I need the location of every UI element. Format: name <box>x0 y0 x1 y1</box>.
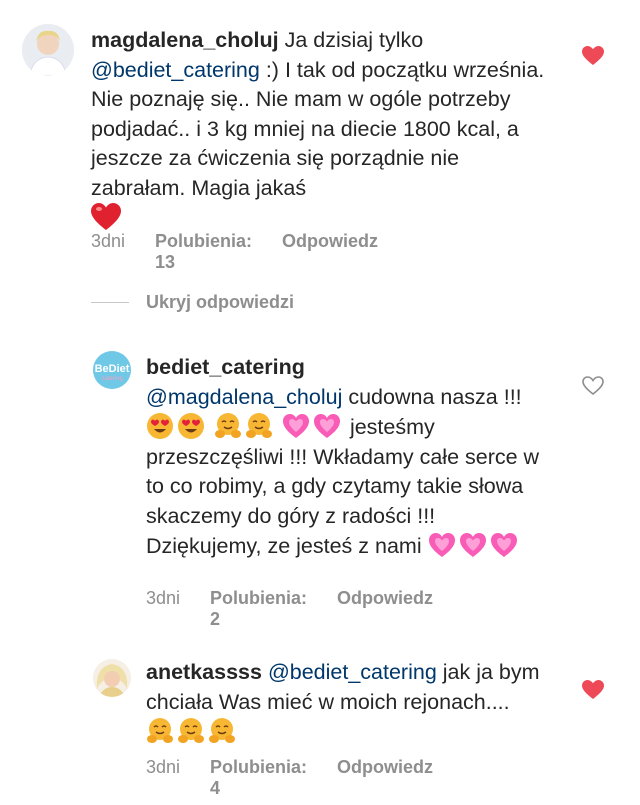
growing-heart-emoji-icon <box>490 531 518 559</box>
hide-replies-button[interactable]: Ukryj odpowiedzi <box>146 292 294 313</box>
heart-eyes-emoji-icon <box>146 412 174 440</box>
comment-username[interactable]: magdalena_choluj <box>91 28 279 52</box>
hugging-face-emoji-icon <box>214 412 242 440</box>
growing-heart-emoji-icon <box>428 531 456 559</box>
growing-heart-emoji-icon <box>282 412 310 440</box>
comment-time: 3dni <box>91 231 126 251</box>
comment-time: 3dni <box>146 757 181 777</box>
comment-text: anetkassss @bediet_catering jak ja bym c… <box>146 658 546 748</box>
likes-count[interactable]: Polubienia: 13 <box>155 231 252 273</box>
reply-button[interactable]: Odpowiedz <box>337 588 433 630</box>
avatar-logo-text: BeDiet <box>95 363 130 375</box>
comment-username[interactable]: anetkassss <box>146 660 262 684</box>
comment-mention[interactable]: @bediet_catering <box>91 58 260 82</box>
comment-text: magdalena_choluj Ja dzisiaj tylko @bedie… <box>91 26 551 240</box>
comment-mention[interactable]: @bediet_catering <box>268 660 437 684</box>
avatar-bediet[interactable]: BeDiet catering <box>93 351 131 389</box>
like-heart-icon[interactable] <box>582 46 604 66</box>
reply-button[interactable]: Odpowiedz <box>282 231 378 273</box>
hugging-face-emoji-icon <box>146 717 174 745</box>
comment-body: cudowna nasza !!! <box>342 384 522 409</box>
comment-mention[interactable]: @magdalena_choluj <box>146 385 342 409</box>
avatar-logo-sub: catering <box>101 376 122 382</box>
heart-eyes-emoji-icon <box>177 412 205 440</box>
reply-button[interactable]: Odpowiedz <box>337 757 433 799</box>
avatar-magdalena[interactable] <box>22 24 74 76</box>
comment-meta: 3dni Polubienia: 4 Odpowiedz <box>146 757 463 799</box>
likes-count[interactable]: Polubienia: 4 <box>210 757 307 799</box>
replies-divider <box>91 302 129 303</box>
hugging-face-emoji-icon <box>245 412 273 440</box>
like-heart-outline-icon[interactable] <box>582 376 604 396</box>
avatar-anetka[interactable] <box>93 659 131 697</box>
like-heart-icon[interactable] <box>582 680 604 700</box>
hugging-face-emoji-icon <box>208 717 236 745</box>
comment-body: Ja dzisiaj tylko <box>278 28 424 52</box>
comment-time: 3dni <box>146 588 181 608</box>
hugging-face-emoji-icon <box>177 717 205 745</box>
comment-meta: 3dni Polubienia: 13 Odpowiedz <box>91 231 408 273</box>
likes-count[interactable]: Polubienia: 2 <box>210 588 307 630</box>
comment-text: bediet_catering @magdalena_choluj cudown… <box>146 353 546 562</box>
growing-heart-emoji-icon <box>313 412 341 440</box>
comment-meta: 3dni Polubienia: 2 Odpowiedz <box>146 588 463 630</box>
growing-heart-emoji-icon <box>459 531 487 559</box>
comment-username[interactable]: bediet_catering <box>146 355 305 379</box>
